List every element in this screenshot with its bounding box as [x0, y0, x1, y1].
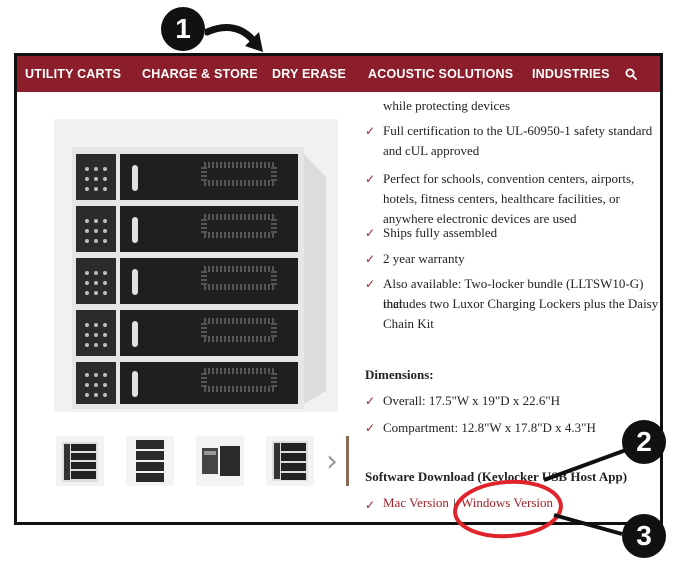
feature-item-4: 2 year warranty [383, 251, 465, 266]
svg-text:1: 1 [175, 13, 191, 44]
check-icon: ✓ [365, 172, 376, 186]
annotation-marker-3: 3 [620, 512, 668, 560]
svg-text:3: 3 [636, 520, 652, 551]
check-icon: ✓ [365, 421, 376, 435]
check-icon: ✓ [365, 226, 376, 240]
search-icon[interactable] [625, 56, 637, 92]
thumbnail-4[interactable] [266, 436, 314, 486]
thumbnail-3[interactable] [196, 436, 244, 486]
dimensions-heading: Dimensions: [365, 367, 434, 382]
thumbnail-2[interactable] [126, 436, 174, 486]
nav-charge-and-store[interactable]: CHARGE & STORE [142, 56, 258, 92]
feature-item-3: Ships fully assembled [383, 225, 498, 240]
dimension-compartment: Compartment: 12.8"W x 17.8"D x 4.3"H [383, 420, 596, 435]
product-main-image [54, 119, 338, 412]
feature-item-1-line-1: Full certification to the UL-60950-1 saf… [383, 123, 653, 138]
check-icon: ✓ [365, 394, 376, 408]
thumbnail-next-arrow-icon[interactable]: › [326, 444, 338, 479]
nav-industries[interactable]: INDUSTRIES [532, 56, 610, 92]
check-icon: ✓ [365, 277, 376, 291]
main-navbar: UTILITY CARTS CHARGE & STORE DRY ERASE A… [17, 56, 660, 92]
nav-acoustic-solutions[interactable]: ACOUSTIC SOLUTIONS [368, 56, 513, 92]
feature-item-1-line-2: and cUL approved [383, 143, 480, 158]
mac-version-link[interactable]: Mac Version [383, 495, 449, 511]
thumbnail-partial-next [346, 436, 349, 486]
feature-item-5-line-2: includes two Luxor Charging Lockers plus… [383, 296, 659, 311]
feature-item-2-line-2: hotels, fitness centers, healthcare faci… [383, 191, 620, 206]
nav-utility-carts[interactable]: UTILITY CARTS [25, 56, 121, 92]
feature-item-2-line-1: Perfect for schools, convention centers,… [383, 171, 635, 186]
pointer-line-3 [552, 512, 624, 538]
annotation-marker-1: 1 [160, 6, 206, 52]
check-icon: ✓ [365, 498, 376, 512]
feature-partial-line: while protecting devices [383, 98, 511, 113]
highlight-ellipse [452, 478, 568, 542]
feature-item-5-line-3: Chain Kit [383, 316, 434, 331]
thumbnail-1[interactable] [56, 436, 104, 486]
dimension-overall: Overall: 17.5"W x 19"D x 22.6"H [383, 393, 561, 408]
nav-dry-erase[interactable]: DRY ERASE [272, 56, 346, 92]
check-icon: ✓ [365, 124, 376, 138]
curved-arrow-icon [203, 22, 267, 56]
thumbnail-strip: › [54, 436, 364, 488]
check-icon: ✓ [365, 252, 376, 266]
svg-text:2: 2 [636, 426, 652, 457]
